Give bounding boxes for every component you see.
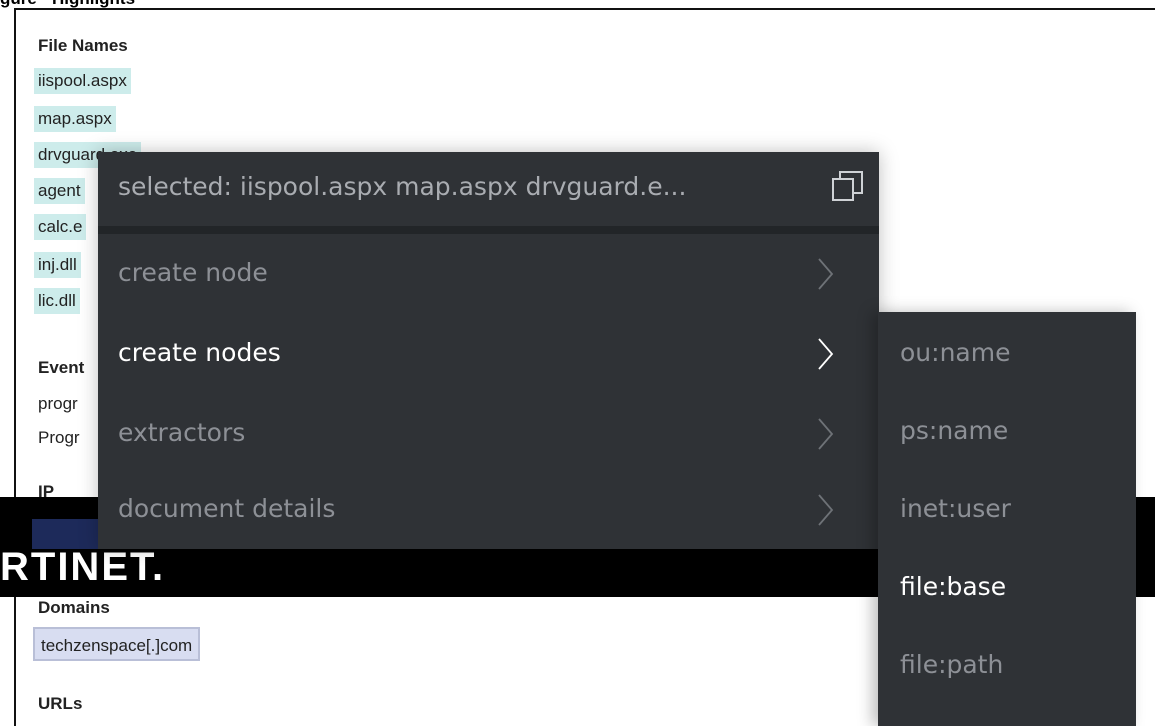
menu-item-create-nodes[interactable]: create nodes bbox=[98, 314, 879, 394]
copy-icon[interactable] bbox=[830, 168, 866, 204]
menu-item-create-node[interactable]: create node bbox=[98, 234, 879, 314]
file-name-item[interactable]: calc.e bbox=[34, 214, 87, 240]
file-name-item[interactable]: lic.dll bbox=[34, 288, 80, 314]
submenu-item-label: inet:user bbox=[900, 494, 1011, 523]
domains-title: Domains bbox=[38, 598, 110, 617]
menu-item-label: create node bbox=[118, 258, 268, 287]
menu-item-label: create nodes bbox=[118, 338, 281, 367]
menu-item-document-details[interactable]: document details bbox=[98, 470, 879, 550]
events-title: Event bbox=[38, 358, 85, 377]
submenu-item-label: file:path bbox=[900, 650, 1004, 679]
submenu-item-label: file:base bbox=[900, 572, 1007, 601]
file-name-item[interactable]: inj.dll bbox=[34, 252, 81, 278]
submenu-item-file-path[interactable]: file:path bbox=[878, 626, 1136, 704]
chevron-right-icon bbox=[818, 258, 834, 290]
submenu-item-inet-user[interactable]: inet:user bbox=[878, 470, 1136, 548]
menu-item-extractors[interactable]: extractors bbox=[98, 394, 879, 474]
file-name-item[interactable]: iispool.aspx bbox=[34, 68, 131, 94]
chevron-right-icon bbox=[818, 418, 834, 450]
submenu-create-nodes: ou:name ps:name inet:user file:base file… bbox=[878, 312, 1136, 726]
file-name-item[interactable]: agent bbox=[34, 178, 85, 204]
submenu-item-ou-name[interactable]: ou:name bbox=[878, 314, 1136, 392]
domain-item[interactable]: techzenspace[.]com bbox=[33, 627, 201, 661]
menu-item-label: extractors bbox=[118, 418, 246, 447]
file-names-title: File Names bbox=[38, 36, 128, 55]
event-item: Progr bbox=[38, 428, 80, 447]
event-item: progr bbox=[38, 394, 78, 413]
submenu-item-label: ou:name bbox=[900, 338, 1011, 367]
context-menu: selected: iispool.aspx map.aspx drvguard… bbox=[98, 152, 879, 549]
menu-header: selected: iispool.aspx map.aspx drvguard… bbox=[98, 152, 879, 234]
chevron-right-icon bbox=[818, 338, 834, 370]
submenu-item-label: ps:name bbox=[900, 416, 1009, 445]
urls-title: URLs bbox=[38, 694, 83, 713]
submenu-item-ps-name[interactable]: ps:name bbox=[878, 392, 1136, 470]
file-name-item[interactable]: map.aspx bbox=[34, 106, 116, 132]
submenu-item-file-base[interactable]: file:base bbox=[878, 548, 1136, 626]
menu-item-label: document details bbox=[118, 494, 336, 523]
selection-summary: selected: iispool.aspx map.aspx drvguard… bbox=[118, 172, 687, 201]
vendor-logo: RTINET. bbox=[0, 545, 166, 589]
chevron-right-icon bbox=[818, 494, 834, 526]
